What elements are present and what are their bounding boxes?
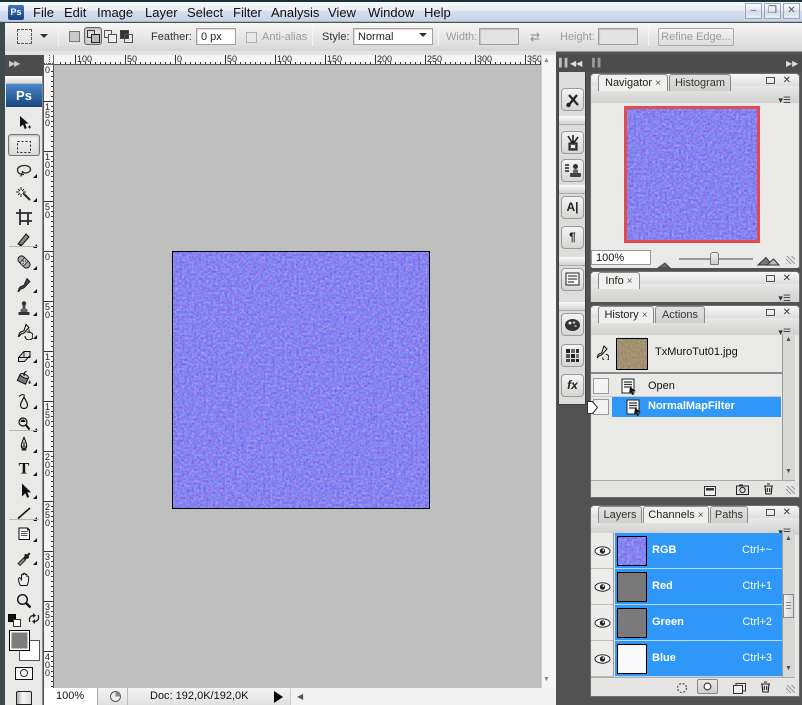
svg-text:T: T	[19, 461, 30, 478]
